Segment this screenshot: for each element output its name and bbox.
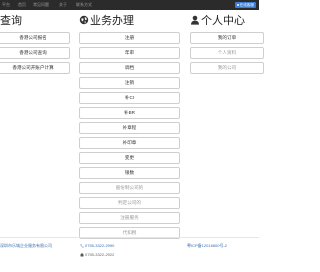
footer-icp[interactable]: 粤ICP备12016800号-2 bbox=[187, 243, 227, 249]
business-button[interactable]: 补CI bbox=[79, 92, 180, 104]
business-button[interactable]: 银数 bbox=[79, 167, 180, 179]
footer-phone-2-text: 0755-3322-2922 bbox=[85, 252, 115, 257]
nav-brand[interactable]: 平台 bbox=[2, 2, 10, 8]
fax-icon bbox=[80, 252, 84, 256]
business-button[interactable]: 注销 bbox=[79, 77, 180, 89]
business-button[interactable]: 补印章 bbox=[79, 137, 180, 149]
online-service-label: 在线客服 bbox=[239, 3, 254, 7]
user-center-button[interactable]: 我的订单 bbox=[190, 32, 264, 44]
business-button[interactable]: 注册 bbox=[79, 32, 180, 44]
business-button[interactable]: 调档 bbox=[79, 62, 180, 74]
footer-phone-2: 0755-3322-2922 bbox=[80, 252, 114, 258]
user-center-button[interactable]: 个人资料 bbox=[190, 47, 264, 59]
online-service-badge[interactable]: 在线客服 bbox=[234, 2, 256, 8]
query-button-1[interactable]: 香港公司报名 bbox=[0, 32, 70, 44]
business-button[interactable]: 变更 bbox=[79, 152, 180, 164]
user-icon bbox=[191, 15, 199, 25]
business-button[interactable]: 补BR bbox=[79, 107, 180, 119]
top-navbar: 平台 首页 常见问题 关于 联系方式 在线客服 bbox=[0, 0, 259, 10]
query-button-3[interactable]: 香港公司开账户计算 bbox=[0, 62, 70, 74]
business-button[interactable]: 注册服务 bbox=[79, 212, 180, 224]
query-title-text: 查询 bbox=[0, 15, 22, 27]
footer-phone-1-text: 0755-3322-2990 bbox=[85, 243, 115, 248]
user-center-button[interactable]: 我的公司 bbox=[190, 62, 264, 74]
business-button[interactable]: 年审 bbox=[79, 47, 180, 59]
nav-item-home[interactable]: 首页 bbox=[18, 2, 26, 8]
footer-phone-1: 0755-3322-2990 bbox=[80, 243, 114, 249]
business-title: 业务办理 bbox=[79, 14, 134, 28]
nav-item-about[interactable]: 关于 bbox=[59, 2, 67, 8]
globe-icon bbox=[79, 15, 89, 25]
business-button[interactable]: 补章程 bbox=[79, 122, 180, 134]
nav-item-faq[interactable]: 常见问题 bbox=[33, 2, 49, 8]
nav-item-contact[interactable]: 联系方式 bbox=[76, 2, 92, 8]
footer-company[interactable]: 深圳市乐城企业服务有限公司 bbox=[0, 243, 52, 249]
business-title-text: 业务办理 bbox=[90, 15, 134, 27]
user-center-title: 个人中心 bbox=[190, 14, 245, 28]
query-title: 查询 bbox=[0, 14, 22, 28]
chat-icon bbox=[236, 4, 239, 7]
query-button-2[interactable]: 香港公司查询 bbox=[0, 47, 70, 59]
business-button[interactable]: 股份制公司的 bbox=[79, 182, 180, 194]
business-button[interactable]: 判定公司的 bbox=[79, 197, 180, 209]
user-center-title-text: 个人中心 bbox=[201, 15, 245, 27]
phone-icon bbox=[80, 243, 84, 248]
footer-divider bbox=[0, 237, 259, 238]
